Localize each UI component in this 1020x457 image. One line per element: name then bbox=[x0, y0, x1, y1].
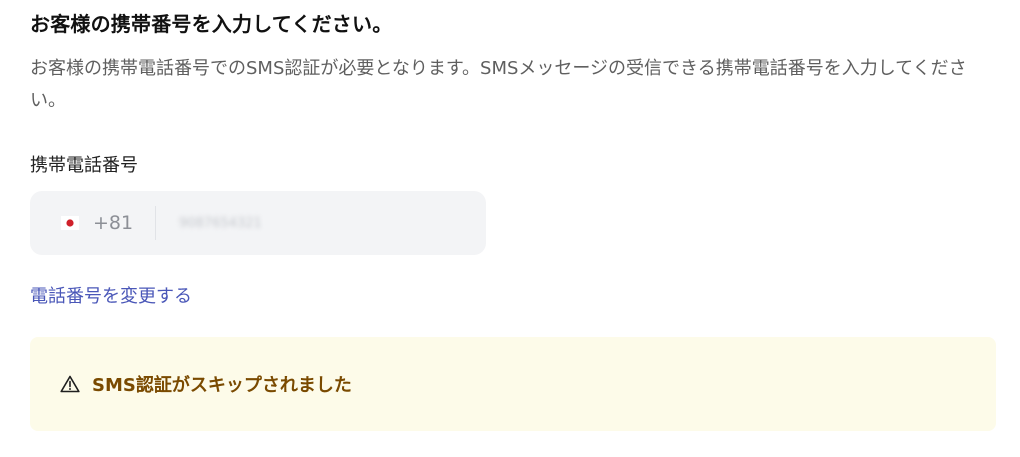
japan-flag-icon bbox=[61, 216, 79, 230]
phone-number-field[interactable]: +81 9087654321 bbox=[30, 191, 486, 255]
country-dial-code: +81 bbox=[93, 212, 134, 234]
field-divider bbox=[155, 206, 157, 240]
change-phone-number-link[interactable]: 電話番号を変更する bbox=[30, 282, 192, 308]
alert-message: SMS認証がスキップされました bbox=[92, 375, 352, 396]
warning-icon bbox=[60, 374, 82, 394]
page-title: お客様の携帯番号を入力してください。 bbox=[30, 12, 393, 36]
phone-number-value: 9087654321 bbox=[179, 215, 262, 231]
phone-field-label: 携帯電話番号 bbox=[30, 155, 138, 176]
sms-skipped-alert: SMS認証がスキップされました bbox=[30, 337, 996, 431]
page-description: お客様の携帯電話番号でのSMS認証が必要となります。SMSメッセージの受信できる… bbox=[30, 58, 967, 111]
